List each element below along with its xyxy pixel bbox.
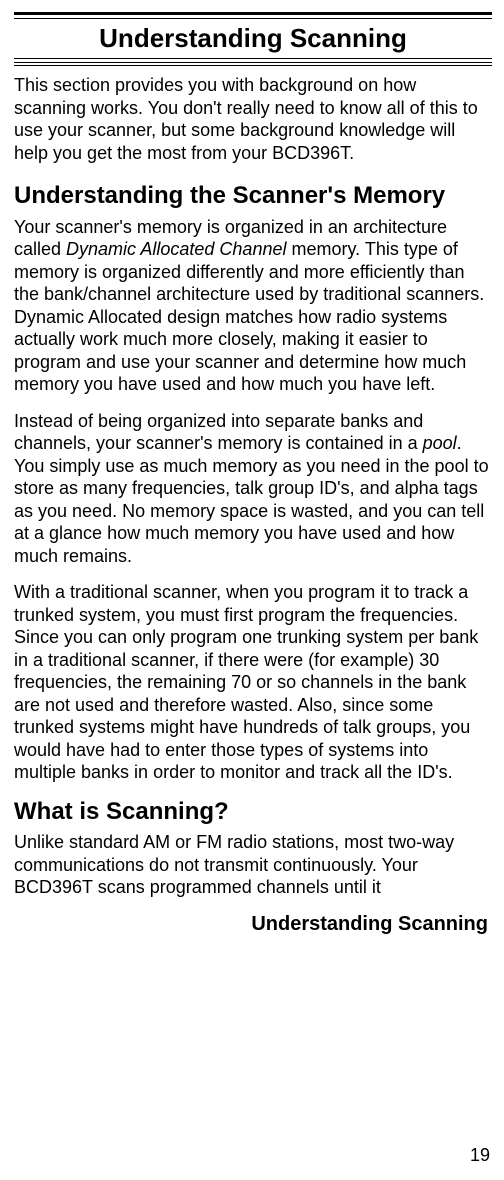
page-number: 19 [470, 1145, 490, 1166]
memory-paragraph-2: Instead of being organized into separate… [14, 410, 492, 568]
memory-paragraph-3: With a traditional scanner, when you pro… [14, 581, 492, 784]
italic-text: pool [423, 433, 457, 453]
memory-paragraph-1: Your scanner's memory is organized in an… [14, 216, 492, 396]
section-heading-scanning: What is Scanning? [14, 798, 492, 826]
title-rule-container: Understanding Scanning [14, 12, 492, 63]
para-text: Instead of being organized into separate… [14, 411, 423, 454]
italic-text: Dynamic Allocated Channel [66, 239, 286, 259]
scanning-paragraph-1: Unlike standard AM or FM radio stations,… [14, 831, 492, 899]
section-heading-memory: Understanding the Scanner's Memory [14, 182, 492, 210]
para-text: memory. This type of memory is organized… [14, 239, 484, 394]
horizontal-rule [14, 65, 492, 66]
page-title: Understanding Scanning [14, 23, 492, 54]
footer-title: Understanding Scanning [14, 913, 492, 936]
intro-paragraph: This section provides you with backgroun… [14, 74, 492, 164]
title-inner-container: Understanding Scanning [14, 18, 492, 59]
